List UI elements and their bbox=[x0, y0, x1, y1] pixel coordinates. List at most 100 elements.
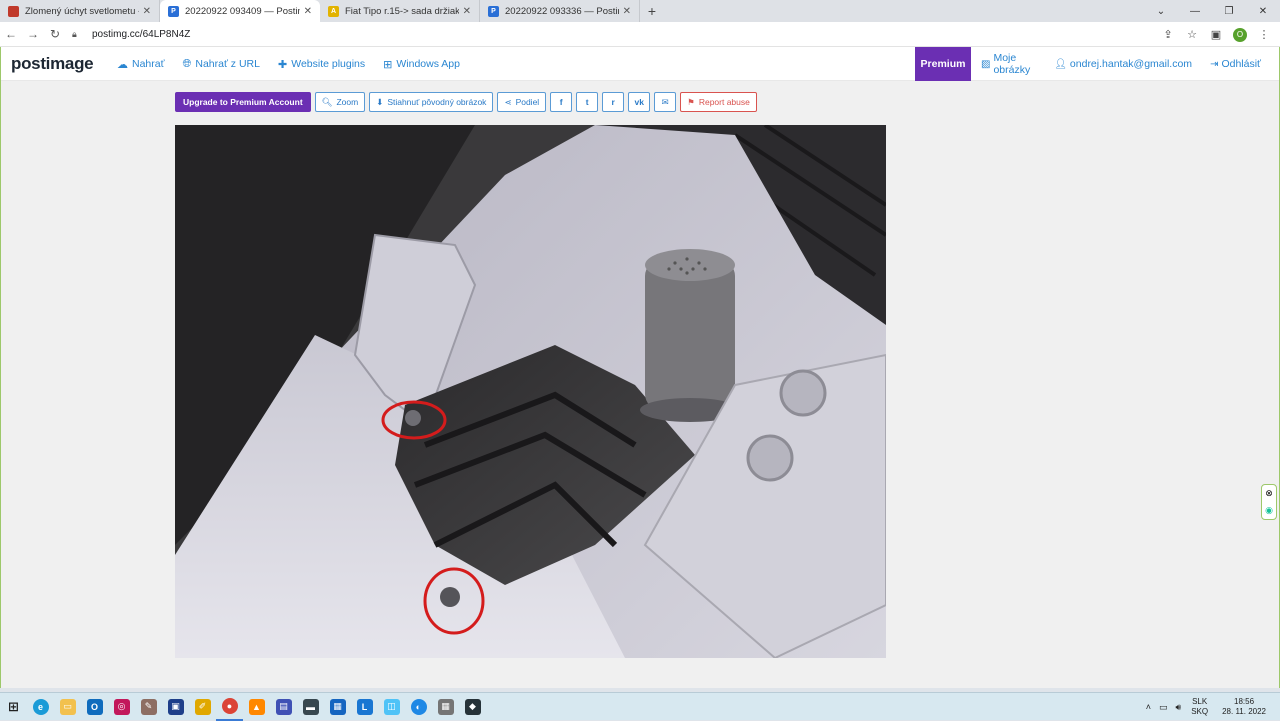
new-tab-button[interactable]: + bbox=[640, 0, 664, 22]
nav-windows-app[interactable]: ⊞ Windows App bbox=[383, 58, 460, 71]
app-icon: ◫ bbox=[383, 698, 400, 715]
close-tab-icon[interactable]: ✕ bbox=[463, 6, 471, 17]
restore-icon[interactable]: ❐ bbox=[1212, 0, 1246, 22]
start-button[interactable]: ⊞ bbox=[0, 693, 27, 721]
tools-icon: ✎ bbox=[140, 698, 157, 715]
vk-button[interactable]: vk bbox=[628, 92, 651, 112]
tab-title: 20220922 093409 — Postimages bbox=[185, 5, 300, 17]
taskbar-chrome[interactable]: ● bbox=[216, 693, 243, 721]
edge-icon: e bbox=[32, 698, 49, 715]
flag-icon: ⚑ bbox=[687, 96, 695, 107]
car-icon: ▬ bbox=[302, 698, 319, 715]
nav-account[interactable]: 👤︎ ondrej.hantak@gmail.com bbox=[1054, 58, 1192, 70]
url-field[interactable]: 🔒︎ postimg.cc/64LP8N4Z bbox=[72, 29, 1172, 40]
taskbar-app[interactable]: L bbox=[351, 693, 378, 721]
browser-tab-active[interactable]: P 20220922 093409 — Postimages ✕ bbox=[160, 0, 320, 22]
clock[interactable]: 18:56 28. 11. 2022 bbox=[1222, 697, 1266, 717]
logout-icon: ⇥ bbox=[1210, 58, 1219, 70]
pen-icon: ✐ bbox=[194, 698, 211, 715]
taskbar-app[interactable]: ▤ bbox=[270, 693, 297, 721]
share-icon: ⋖ bbox=[504, 96, 512, 107]
vlc-icon: ▲ bbox=[248, 698, 265, 715]
tab-title: Fiat Tipo r.15-> sada držiakov pr bbox=[345, 5, 459, 17]
taskbar-outlook[interactable]: O bbox=[81, 693, 108, 721]
grammarly-icon[interactable]: ◉ bbox=[1265, 505, 1273, 516]
upgrade-button[interactable]: Upgrade to Premium Account bbox=[175, 92, 311, 112]
nav-logout[interactable]: ⇥ Odhlásiť bbox=[1210, 58, 1261, 70]
facebook-button[interactable]: f bbox=[550, 92, 573, 112]
reload-icon[interactable]: ↻ bbox=[44, 23, 66, 45]
close-tab-icon[interactable]: ✕ bbox=[623, 6, 631, 17]
sidebar-icon[interactable]: ▣ bbox=[1204, 28, 1228, 41]
nav-upload-url[interactable]: 🌐︎ Nahrať z URL bbox=[183, 58, 260, 71]
network-icon[interactable]: ▭ bbox=[1159, 702, 1168, 713]
chevron-down-icon[interactable]: ⌄ bbox=[1144, 0, 1178, 22]
share-icon[interactable]: ⇪ bbox=[1156, 28, 1180, 41]
car-headlight-bracket-photo bbox=[175, 125, 886, 658]
close-tab-icon[interactable]: ✕ bbox=[143, 6, 151, 17]
main-image[interactable] bbox=[175, 125, 886, 658]
close-window-icon[interactable]: ✕ bbox=[1246, 0, 1280, 22]
image-toolbar: Upgrade to Premium Account 🔍︎ Zoom ⬇ Stiah… bbox=[175, 92, 761, 112]
nav-website-plugins[interactable]: ✚ Website plugins bbox=[278, 58, 365, 71]
minimize-icon[interactable]: — bbox=[1178, 0, 1212, 22]
taskbar-edge[interactable]: e bbox=[27, 693, 54, 721]
taskbar-app[interactable]: ▦ bbox=[432, 693, 459, 721]
download-icon: ⬇ bbox=[376, 96, 384, 107]
share-button[interactable]: ⋖ Podiel bbox=[497, 92, 547, 112]
close-tab-icon[interactable]: ✕ bbox=[304, 6, 312, 17]
premium-button[interactable]: Premium bbox=[915, 47, 971, 81]
twitter-button[interactable]: t bbox=[576, 92, 599, 112]
download-button[interactable]: ⬇ Stiahnuť pôvodný obrázok bbox=[369, 92, 494, 112]
browser-tab[interactable]: Zlomený úchyt svetlometu - ✕ bbox=[0, 0, 160, 22]
taskbar-app[interactable]: ✐ bbox=[189, 693, 216, 721]
folder-icon: ▭ bbox=[59, 698, 76, 715]
star-icon[interactable]: ☆ bbox=[1180, 28, 1204, 41]
site-header: postimage ☁ Nahrať 🌐︎ Nahrať z URL ✚ Websit… bbox=[1, 47, 1279, 81]
calculator-icon: ▦ bbox=[437, 698, 454, 715]
site-logo[interactable]: postimage bbox=[11, 54, 94, 74]
globe-icon: 🌐︎ bbox=[182, 57, 192, 70]
report-abuse-button[interactable]: ⚑ Report abuse bbox=[680, 92, 757, 112]
back-icon[interactable]: ← bbox=[0, 23, 22, 45]
window-controls: ⌄ — ❐ ✕ bbox=[1144, 0, 1280, 22]
app-icon: ◆ bbox=[464, 698, 481, 715]
calculator-icon: ▦ bbox=[329, 698, 346, 715]
language-indicator[interactable]: SLK SKQ bbox=[1191, 697, 1208, 717]
forward-icon[interactable]: → bbox=[22, 23, 44, 45]
taskbar-app[interactable]: ◫ bbox=[378, 693, 405, 721]
url-text: postimg.cc/64LP8N4Z bbox=[92, 28, 191, 40]
side-widget[interactable]: ⊗ ◉ bbox=[1261, 484, 1277, 520]
taskbar-app[interactable]: ◐ bbox=[405, 693, 432, 721]
chevron-up-icon[interactable]: ˄ bbox=[1146, 702, 1151, 712]
chrome-icon: ● bbox=[221, 697, 238, 714]
taskbar-app[interactable]: ▬ bbox=[297, 693, 324, 721]
avatar[interactable]: O bbox=[1233, 27, 1247, 42]
app-icon: ▤ bbox=[275, 698, 292, 715]
volume-icon[interactable]: 🔊︎ bbox=[1176, 702, 1182, 713]
lock-icon: 🔒︎ bbox=[72, 28, 77, 39]
user-nav: ▨ Moje obrázky 👤︎ ondrej.hantak@gmail.com … bbox=[981, 47, 1279, 81]
outlook-icon: O bbox=[86, 698, 103, 715]
taskbar-app[interactable]: ✎ bbox=[135, 693, 162, 721]
tab-title: 20220922 093336 — Postimages bbox=[505, 5, 619, 17]
menu-icon[interactable]: ⋮ bbox=[1252, 28, 1276, 41]
taskbar-app[interactable]: ◆ bbox=[459, 693, 486, 721]
reddit-button[interactable]: r bbox=[602, 92, 625, 112]
save-icon: ▣ bbox=[167, 698, 184, 715]
taskbar-app[interactable]: ▣ bbox=[162, 693, 189, 721]
close-icon[interactable]: ⊗ bbox=[1265, 488, 1273, 499]
letter-l-icon: L bbox=[356, 698, 373, 715]
browser-tab[interactable]: A Fiat Tipo r.15-> sada držiakov pr ✕ bbox=[320, 0, 480, 22]
nav-my-images[interactable]: ▨ Moje obrázky bbox=[981, 52, 1036, 76]
taskbar-app[interactable]: ◎ bbox=[108, 693, 135, 721]
nav-upload[interactable]: ☁ Nahrať bbox=[117, 58, 165, 71]
browser-tab[interactable]: P 20220922 093336 — Postimages ✕ bbox=[480, 0, 640, 22]
email-button[interactable]: ✉ bbox=[654, 92, 677, 112]
taskbar-app[interactable]: ▦ bbox=[324, 693, 351, 721]
page-content: postimage ☁ Nahrať 🌐︎ Nahrať z URL ✚ Websit… bbox=[0, 47, 1280, 688]
zoom-button[interactable]: 🔍︎ Zoom bbox=[314, 92, 366, 112]
taskbar-explorer[interactable]: ▭ bbox=[54, 693, 81, 721]
taskbar-vlc[interactable]: ▲ bbox=[243, 693, 270, 721]
tab-favicon-icon bbox=[8, 5, 19, 17]
